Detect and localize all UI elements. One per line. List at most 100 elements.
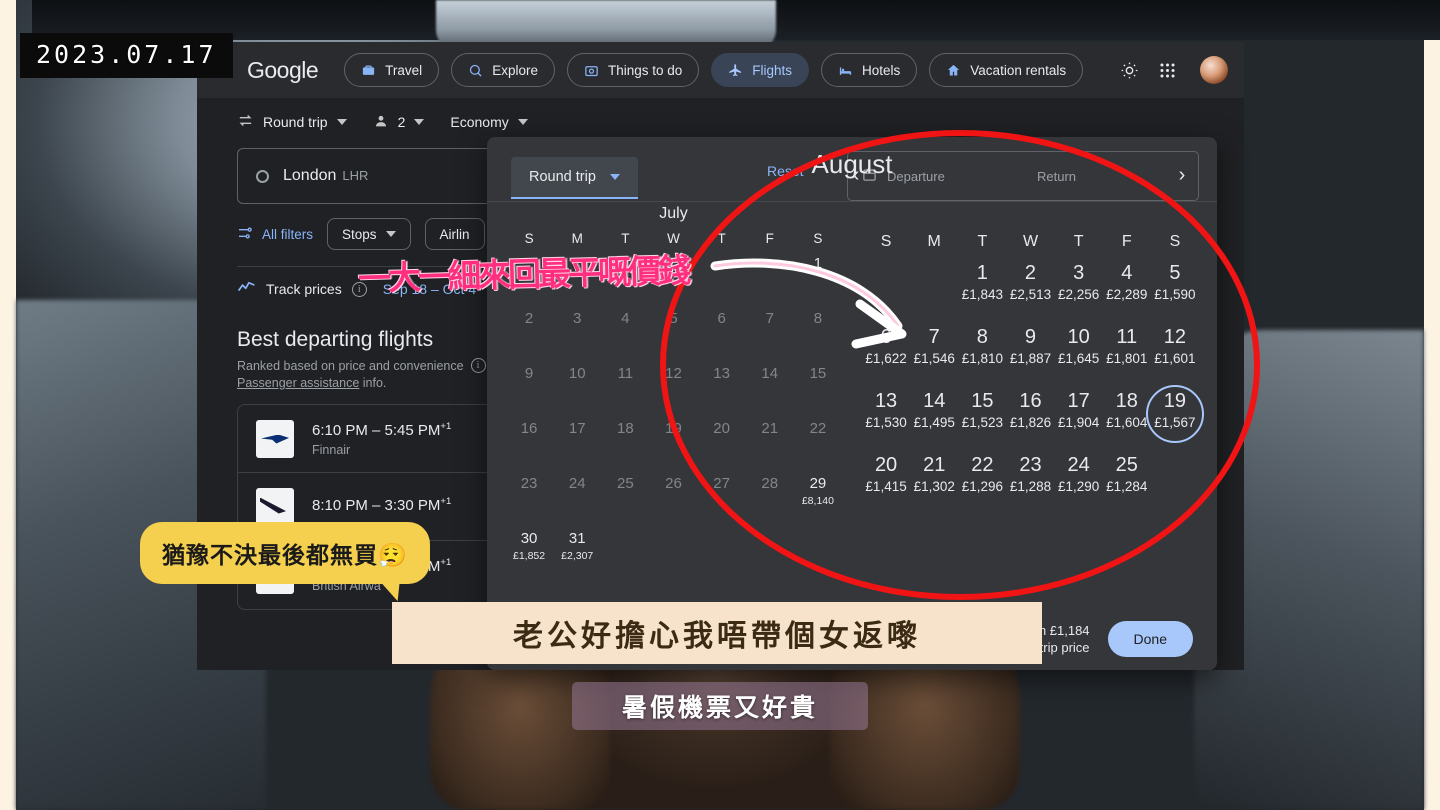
calendar-day-number: 25	[1115, 454, 1138, 476]
person-icon	[373, 113, 389, 132]
origin-circle-icon	[256, 169, 269, 183]
reset-button[interactable]: Reset	[767, 163, 804, 179]
calendar-day-cell[interactable]: 30 £1,852	[505, 525, 553, 574]
calendar-day-cell[interactable]: 3 £2,256	[1055, 257, 1103, 315]
calendar-day-cell[interactable]: 6 £1,622	[862, 321, 910, 379]
calendar-day-cell[interactable]: 19 £1,567	[1151, 385, 1199, 443]
calendar-day-number: 11	[1116, 326, 1138, 348]
filter-chip-stops[interactable]: Stops	[327, 218, 411, 250]
flight-times-text: 8:10 PM – 3:30 PM	[312, 496, 441, 514]
nav-label-explore: Explore	[492, 62, 538, 78]
calendar-day-number: 14	[761, 365, 779, 382]
calendar-cell-empty	[910, 257, 958, 315]
weekday-label: S	[1169, 233, 1181, 250]
calendar-day-number: 22	[971, 454, 994, 476]
calendar-cell-empty	[505, 250, 553, 299]
calendar-day-number: 8	[976, 326, 988, 348]
calendar-day-price: £1,290	[1057, 479, 1100, 494]
calendar-day-cell[interactable]: 14 £1,495	[910, 385, 958, 443]
filter-chip-airlines-label: Airlin	[439, 226, 470, 242]
nav-item-things-to-do[interactable]: Things to do	[566, 53, 700, 87]
calendar-day-cell[interactable]: 25 £1,284	[1103, 449, 1151, 507]
calendar-day-number: 3	[573, 310, 582, 327]
calendar-day-cell[interactable]: 17 £1,904	[1055, 385, 1103, 443]
calendar-day-cell[interactable]: 16 £1,826	[1006, 385, 1054, 443]
calendar-day-cell[interactable]: 5 £1,590	[1151, 257, 1199, 315]
calendar-day-cell[interactable]: 23 £1,288	[1006, 449, 1054, 507]
date-picker-header: Round trip Reset Departure Return August…	[487, 137, 1217, 202]
calendar-day-cell: 20	[698, 415, 746, 464]
filter-chip-airlines[interactable]: Airlin	[424, 218, 485, 250]
trip-type-selector[interactable]: Round trip	[237, 112, 347, 132]
nav-item-vacation-rentals[interactable]: Vacation rentals	[929, 53, 1084, 87]
done-button[interactable]: Done	[1107, 621, 1193, 657]
track-prices-dates: Sep 18 – Oct 4	[382, 281, 477, 297]
calendar-day-price: £1,523	[961, 415, 1003, 430]
calendar-day-number: 12	[665, 365, 682, 382]
prev-month-button[interactable]: ‹	[843, 164, 869, 187]
calendar-day-cell[interactable]: 21 £1,302	[910, 449, 958, 507]
calendar-day-number: 1	[813, 255, 823, 272]
calendar-day-number: 15	[809, 365, 827, 382]
filter-chip-stops-label: Stops	[342, 226, 377, 242]
calendar-day-cell[interactable]: 1 £1,843	[958, 257, 1006, 315]
brightness-icon[interactable]	[1116, 57, 1142, 83]
nav-label-vacation-rentals: Vacation rentals	[970, 62, 1067, 78]
passenger-selector[interactable]: 2	[373, 113, 425, 132]
chevron-down-icon	[414, 119, 425, 125]
google-logo[interactable]: Google	[247, 57, 319, 84]
calendar-day-cell: 13	[698, 360, 746, 409]
calendar-day-cell[interactable]: 18 £1,604	[1103, 385, 1151, 443]
calendar-day-cell[interactable]: 9 £1,887	[1006, 321, 1054, 379]
header-divider	[487, 201, 1217, 202]
nav-item-hotels[interactable]: Hotels	[821, 53, 918, 87]
info-icon[interactable]: i	[470, 358, 486, 373]
cabin-class-selector[interactable]: Economy	[450, 114, 528, 130]
all-filters-button[interactable]: All filters	[237, 225, 313, 244]
month-august: August SMTWTFS 1£1,8432£2,5133£2,2564£2,…	[852, 203, 1209, 608]
calendar-day-cell[interactable]: 24 £1,290	[1055, 449, 1103, 507]
calendar-day-cell[interactable]: 2 £2,513	[1006, 257, 1054, 315]
departure-date-input[interactable]: Departure	[848, 152, 1023, 200]
calendar-day-cell[interactable]: 20 £1,415	[862, 449, 910, 507]
calendar-day-number: 16	[1019, 390, 1042, 412]
nav-item-explore[interactable]: Explore	[451, 53, 555, 87]
calendar-day-cell: 16	[505, 415, 553, 464]
suitcase-icon	[361, 63, 376, 78]
origin-code: LHR	[342, 168, 369, 183]
info-icon[interactable]: i	[351, 281, 367, 297]
calendar-day-cell[interactable]: 4 £2,289	[1103, 257, 1151, 315]
weekday-label: W	[1022, 233, 1039, 250]
calendar-day-cell[interactable]: 10 £1,645	[1055, 321, 1103, 379]
calendar-day-cell[interactable]: 12 £1,601	[1151, 321, 1199, 379]
calendar-day-price: £1,904	[1057, 415, 1100, 430]
passenger-assistance-link[interactable]: Passenger assistance	[237, 376, 359, 390]
calendar-day-cell: 18	[601, 415, 649, 464]
calendar-day-cell[interactable]: 13 £1,530	[862, 385, 910, 443]
popup-trip-type-selector[interactable]: Round trip	[511, 157, 638, 199]
subtitle-main: 老公好擔心我唔帶個女返嚟	[392, 602, 1042, 664]
calendar-day-cell[interactable]: 8 £1,810	[958, 321, 1006, 379]
calendar-day-cell[interactable]: 11 £1,801	[1103, 321, 1151, 379]
calendar-day-number: 14	[923, 390, 946, 412]
calendar-day-cell[interactable]: 7 £1,546	[910, 321, 958, 379]
calendar-day-number: 23	[1019, 454, 1042, 476]
nav-item-flights[interactable]: Flights	[711, 53, 810, 87]
calendar-day-price: £1,645	[1057, 351, 1100, 366]
calendar-day-price: £1,296	[961, 479, 1003, 494]
calendar-day-cell[interactable]: 15 £1,523	[958, 385, 1006, 443]
calendar-day-number: 15	[971, 390, 994, 412]
next-month-button[interactable]: ›	[1169, 164, 1195, 187]
calendar-day-cell: 17	[553, 415, 601, 464]
nav-item-travel[interactable]: Travel	[344, 53, 440, 87]
calendar-day-cell[interactable]: 29 £8,140	[794, 470, 842, 519]
calendar-day-price: £1,852	[513, 550, 546, 562]
calendar-day-cell[interactable]: 31 £2,307	[553, 525, 601, 574]
speech-bubble: 猶豫不決最後都無買😮‍💨	[140, 522, 430, 584]
calendar-day-price: £1,530	[865, 415, 907, 430]
apps-grid-icon[interactable]	[1154, 57, 1180, 83]
avatar[interactable]	[1200, 56, 1228, 84]
date-picker-popup: Round trip Reset Departure Return August…	[487, 137, 1217, 670]
calendar-day-cell[interactable]: 22 £1,296	[958, 449, 1006, 507]
calendar-day-cell[interactable]: 1	[794, 250, 842, 299]
